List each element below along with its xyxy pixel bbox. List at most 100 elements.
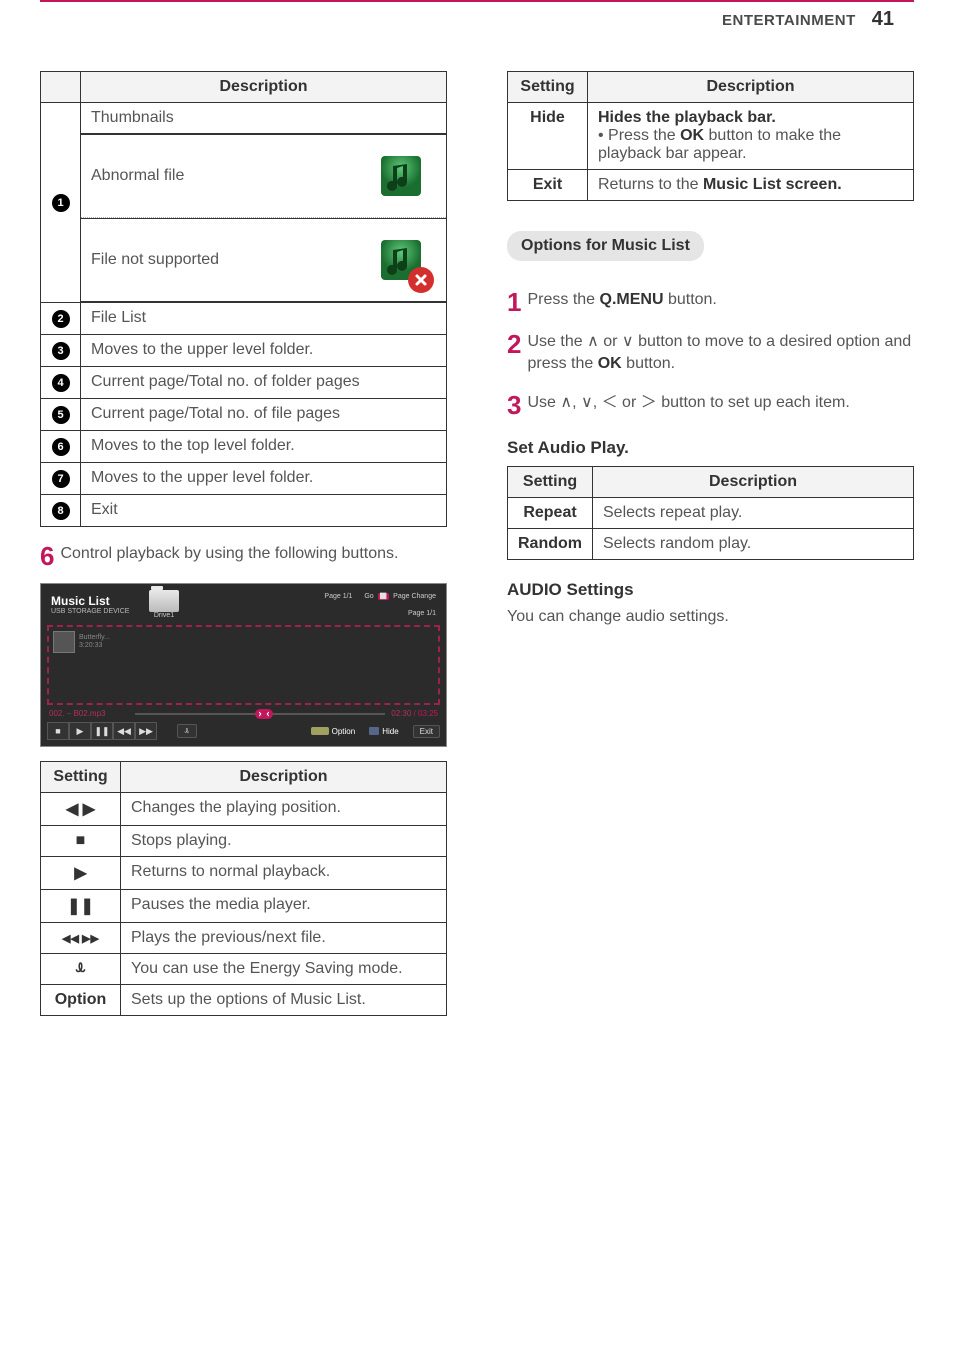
progress-handle-icon[interactable]: [255, 709, 273, 719]
pagechange-icon: ⬜: [378, 593, 389, 600]
hide-key-icon: [369, 727, 379, 735]
ss-drive: Drive1: [149, 612, 179, 619]
opt-step-2-text: Use the ∧ or ∨ button to move to a desir…: [527, 331, 914, 376]
hide-button[interactable]: Hide: [369, 727, 398, 736]
t2-r1: Changes the playing position.: [121, 793, 447, 826]
row-filelist: File List: [81, 303, 447, 335]
energy-button[interactable]: ꕊ: [177, 724, 197, 738]
row-folder-pages: Current page/Total no. of folder pages: [81, 367, 447, 399]
audio-settings-heading: AUDIO Settings: [507, 580, 914, 600]
opt-step-3: 3 Use ∧, ∨, ＜ or ＞ button to set up each…: [507, 392, 914, 418]
section-name: ENTERTAINMENT: [722, 12, 856, 29]
row-exit: Exit: [81, 495, 447, 527]
t3-head-desc: Description: [588, 72, 914, 103]
badge-6: 6: [52, 438, 70, 456]
badge-4: 4: [52, 374, 70, 392]
t2-r2: Stops playing.: [121, 826, 447, 857]
option-label: Option: [55, 991, 107, 1008]
play-icon: ▶: [74, 865, 86, 882]
ss-track-name: 002. – B02.mp3: [49, 709, 129, 718]
next-button[interactable]: ▶▶: [135, 722, 157, 740]
options-heading: Options for Music List: [507, 231, 704, 261]
row-upper-folder-2: Moves to the upper level folder.: [81, 463, 447, 495]
up-arrow-icon: ∧: [587, 333, 599, 350]
right-arrow-icon: ＞: [641, 394, 657, 411]
ss-subtitle: USB STORAGE DEVICE: [51, 608, 141, 615]
t3-hide-desc: Hides the playback bar. • Press the OK b…: [588, 103, 914, 170]
t3-head-setting: Setting: [508, 72, 588, 103]
description-table-1: Description 1 Thumbnails Abnormal file F…: [40, 71, 447, 527]
left-arrow-icon: ＜: [602, 394, 618, 411]
sa-head-desc: Description: [593, 466, 914, 497]
seek-icon: ◀ ▶: [66, 801, 95, 818]
playback-settings-table: SettingDescription ◀ ▶ Changes the playin…: [40, 761, 447, 1016]
hide-exit-table: SettingDescription Hide Hides the playba…: [507, 71, 914, 201]
option-button[interactable]: Option: [311, 727, 356, 736]
opt-step-1: 1 Press the Q.MENU button.: [507, 289, 914, 315]
time-current: 02:30: [391, 709, 411, 718]
badge-2: 2: [52, 310, 70, 328]
set-audio-table: SettingDescription RepeatSelects repeat …: [507, 466, 914, 560]
t3-exit-desc: Returns to the Music List screen.: [588, 170, 914, 201]
down-arrow-icon: ∨: [622, 333, 634, 350]
opt-step-1-text: Press the Q.MENU button.: [527, 289, 716, 311]
audio-settings-text: You can change audio settings.: [507, 608, 914, 626]
set-audio-heading: Set Audio Play.: [507, 438, 914, 458]
exit-button[interactable]: Exit: [413, 725, 440, 738]
table1-header: Description: [81, 72, 447, 103]
prev-next-icon: ◀◀ ▶▶: [62, 933, 99, 945]
badge-5: 5: [52, 406, 70, 424]
pause-icon: ❚❚: [67, 898, 94, 915]
opt-step-3-text: Use ∧, ∨, ＜ or ＞ button to set up each i…: [527, 392, 849, 414]
t2-head-desc: Description: [121, 762, 447, 793]
t2-r3: Returns to normal playback.: [121, 857, 447, 890]
music-thumbnail-icon: [366, 141, 436, 211]
music-thumbnail-error-icon: [366, 225, 436, 295]
opt-step-2-num: 2: [507, 331, 521, 357]
ss-item-sub: 3:20:33: [79, 642, 110, 650]
row-file-pages: Current page/Total no. of file pages: [81, 399, 447, 431]
ss-page-right: Page 1/1: [324, 610, 436, 617]
opt-step-3-num: 3: [507, 392, 521, 418]
ss-go: Go: [364, 593, 373, 600]
t2-r4: Pauses the media player.: [121, 890, 447, 923]
t2-r6: You can use the Energy Saving mode.: [121, 954, 447, 985]
energy-icon: ꕊ: [75, 960, 86, 977]
folder-icon: [149, 590, 179, 612]
step-6-text: Control playback by using the following …: [60, 543, 398, 565]
ss-item-title: Butterfly...: [79, 634, 110, 642]
opt-step-1-num: 1: [507, 289, 521, 315]
time-total: / 03:25: [414, 709, 438, 718]
sa-random-desc: Selects random play.: [593, 528, 914, 559]
prev-button[interactable]: ◀◀: [113, 722, 135, 740]
badge-3: 3: [52, 342, 70, 360]
error-x-icon: [408, 267, 434, 293]
badge-7: 7: [52, 470, 70, 488]
badge-8: 8: [52, 502, 70, 520]
ss-title: Music List: [51, 594, 141, 608]
down-arrow-icon-2: ∨: [581, 394, 593, 411]
sa-random: Random: [508, 528, 593, 559]
step-6-number: 6: [40, 543, 54, 569]
page-header: ENTERTAINMENT 41: [40, 8, 914, 31]
music-player-screenshot: Music List USB STORAGE DEVICE Drive1 Pag…: [40, 583, 447, 747]
abnormal-file-label: Abnormal file: [91, 167, 184, 185]
row-top-folder: Moves to the top level folder.: [81, 431, 447, 463]
play-button[interactable]: ▶: [69, 722, 91, 740]
file-not-supported-label: File not supported: [91, 251, 219, 269]
sa-repeat-desc: Selects repeat play.: [593, 497, 914, 528]
row-upper-folder: Moves to the upper level folder.: [81, 335, 447, 367]
page-number: 41: [872, 8, 894, 31]
ss-page-change: Page Change: [393, 593, 436, 600]
step-6: 6 Control playback by using the followin…: [40, 543, 447, 569]
pause-button[interactable]: ❚❚: [91, 722, 113, 740]
t3-hide-label: Hide: [508, 103, 588, 170]
sa-repeat: Repeat: [508, 497, 593, 528]
progress-bar[interactable]: [135, 711, 385, 717]
track-icon: [53, 631, 75, 653]
up-arrow-icon-2: ∧: [560, 394, 572, 411]
opt-step-2: 2 Use the ∧ or ∨ button to move to a des…: [507, 331, 914, 376]
t3-exit-label: Exit: [508, 170, 588, 201]
t2-head-setting: Setting: [41, 762, 121, 793]
stop-button[interactable]: ■: [47, 722, 69, 740]
